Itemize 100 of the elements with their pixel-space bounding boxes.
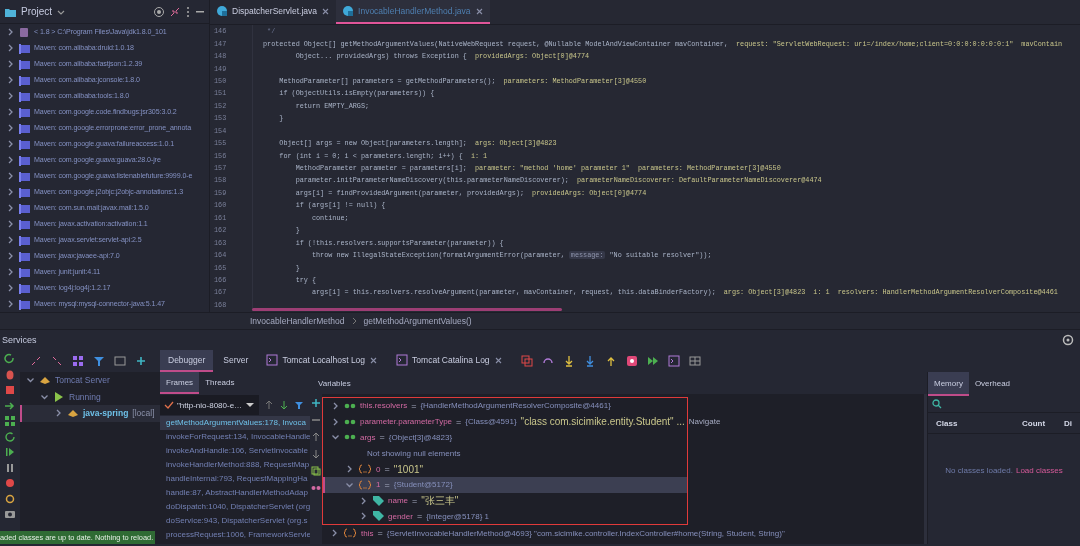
variable-row[interactable]: 0 = "1001" [323, 461, 687, 477]
tree-item[interactable]: Running [20, 388, 160, 405]
column-header[interactable]: Class [936, 418, 1022, 428]
variable-row[interactable]: this.resolvers = {HandlerMethodArgumentResolverComposite@4461} [323, 398, 687, 414]
chevron-icon[interactable] [344, 480, 355, 490]
table-icon[interactable] [688, 355, 701, 367]
chevron-icon[interactable] [6, 91, 15, 102]
add-icon[interactable] [135, 355, 147, 367]
frame-item[interactable]: invokeAndHandle:106, ServletInvocable [160, 444, 310, 458]
chevron-icon[interactable] [6, 219, 15, 230]
camera-icon[interactable] [4, 508, 16, 520]
target-icon[interactable] [153, 5, 165, 18]
chevron-icon[interactable] [6, 203, 15, 214]
chevron-icon[interactable] [6, 123, 15, 134]
chevron-icon[interactable] [330, 433, 341, 442]
down-arrow-icon[interactable] [311, 449, 321, 459]
chevron-icon[interactable] [330, 528, 339, 539]
frame-item[interactable]: invokeHandlerMethod:888, RequestMap [160, 458, 310, 472]
down-arrow-icon[interactable] [279, 400, 290, 410]
up-arrow-icon[interactable] [264, 400, 275, 410]
chevron-icon[interactable] [345, 464, 354, 475]
frame-item[interactable]: getMethodArgumentValues:178, Invoca [160, 416, 310, 430]
chevron-icon[interactable] [359, 495, 368, 506]
chevron-icon[interactable] [54, 408, 63, 419]
chevron-icon[interactable] [331, 400, 340, 411]
glasses-icon[interactable] [311, 483, 321, 493]
debugger-tab[interactable]: Debugger [160, 350, 214, 372]
search-icon[interactable] [932, 399, 942, 409]
breakpoints-icon[interactable] [4, 477, 16, 489]
ring-icon[interactable] [4, 492, 16, 505]
load-classes-link[interactable]: Load classes [1015, 466, 1063, 475]
close-icon[interactable] [493, 355, 503, 365]
group-icon[interactable] [72, 355, 84, 367]
debugger-tab[interactable]: Server [215, 350, 257, 372]
navigate-link[interactable]: Navigate [688, 417, 721, 427]
chevron-icon[interactable] [39, 392, 50, 402]
bug-icon[interactable] [4, 368, 16, 381]
frame-item[interactable]: handleInternal:793, RequestMappingHa [160, 472, 310, 486]
run-to-cursor-icon[interactable] [646, 355, 659, 367]
up-arrow-icon[interactable] [311, 432, 321, 442]
subtab[interactable]: Threads [199, 372, 241, 394]
variable-row[interactable]: name = "张三丰" [323, 492, 687, 509]
copy-icon[interactable] [311, 466, 321, 476]
refresh-icon[interactable] [4, 430, 16, 443]
chevron-icon[interactable] [6, 107, 15, 118]
editor-tab[interactable]: DispatcherServlet.java [210, 0, 337, 24]
chevron-icon[interactable] [25, 375, 36, 385]
layers-icon[interactable] [520, 355, 533, 367]
variable-row[interactable]: this = {ServletInvocableHandlerMethod@4693} "com.sicimike.controller.IndexController#home(String, Student, String)" [322, 525, 924, 542]
terminal-icon[interactable] [667, 355, 680, 367]
frame-item[interactable]: processRequest:1006, FrameworkServle [160, 528, 310, 542]
resume-icon[interactable] [4, 446, 16, 458]
chevron-icon[interactable] [6, 235, 15, 246]
filter-icon[interactable] [93, 355, 105, 367]
chevron-icon[interactable] [6, 27, 15, 38]
chevron-icon[interactable] [6, 299, 15, 310]
filter-icon[interactable] [294, 400, 305, 410]
subtab[interactable]: Frames [160, 372, 200, 394]
column-header[interactable]: Di [1064, 418, 1080, 428]
tree-item[interactable]: Tomcat Server [20, 372, 160, 389]
drop-frame-icon[interactable] [625, 355, 638, 367]
chevron-icon[interactable] [6, 187, 15, 198]
new-tab-icon[interactable] [114, 355, 126, 367]
chevron-icon[interactable] [6, 283, 15, 294]
chevron-icon[interactable] [359, 511, 368, 522]
thread-dropdown[interactable]: "http-nio-8080-e… [160, 395, 260, 415]
variable-row[interactable]: gender = {Integer@5178} 1 [323, 508, 687, 525]
pause-icon[interactable] [4, 461, 16, 474]
memory-tab[interactable]: Memory [928, 372, 969, 396]
frame-item[interactable]: doService:943, DispatcherServlet (org.s [160, 514, 310, 528]
debugger-tab[interactable]: Tomcat Localhost Log [258, 350, 387, 372]
chevron-icon[interactable] [6, 43, 15, 54]
panel-title[interactable]: Project [21, 6, 53, 18]
memory-tab[interactable]: Overhead [968, 372, 1017, 396]
close-icon[interactable] [369, 355, 379, 365]
editor-tab[interactable]: InvocableHandlerMethod.java [336, 0, 490, 24]
close-icon[interactable] [474, 6, 484, 16]
frame-item[interactable]: invokeForRequest:134, InvocableHandle [160, 430, 310, 444]
tree-item[interactable]: java-spring [local] [20, 405, 160, 422]
grid-icon[interactable] [4, 415, 16, 427]
frame-item[interactable]: doDispatch:1040, DispatcherServlet (org [160, 500, 310, 514]
chevron-icon[interactable] [6, 155, 15, 166]
variable-row[interactable]: args = {Object[3]@4823} [323, 429, 687, 446]
chevron-icon[interactable] [6, 59, 15, 70]
deploy-icon[interactable] [4, 399, 16, 412]
chevron-icon[interactable] [6, 75, 15, 86]
chevron-icon[interactable] [6, 267, 15, 278]
expand-icon[interactable] [30, 355, 42, 367]
stop-icon[interactable] [4, 384, 16, 396]
variable-row[interactable]: 1 = {Student@5172} [323, 477, 687, 493]
more-icon[interactable] [185, 5, 191, 18]
close-icon[interactable] [321, 6, 331, 16]
debugger-tab[interactable]: Tomcat Catalina Log [388, 350, 511, 372]
chevron-icon[interactable] [6, 251, 15, 262]
frame-item[interactable]: handle:87, AbstractHandlerMethodAdap [160, 486, 310, 500]
collapse-icon[interactable] [169, 5, 181, 18]
breadcrumb-item[interactable]: InvocableHandlerMethod [250, 316, 345, 326]
rerun-icon[interactable] [4, 353, 16, 365]
add-icon[interactable] [311, 398, 321, 408]
breadcrumb-item[interactable]: getMethodArgumentValues() [363, 316, 472, 326]
